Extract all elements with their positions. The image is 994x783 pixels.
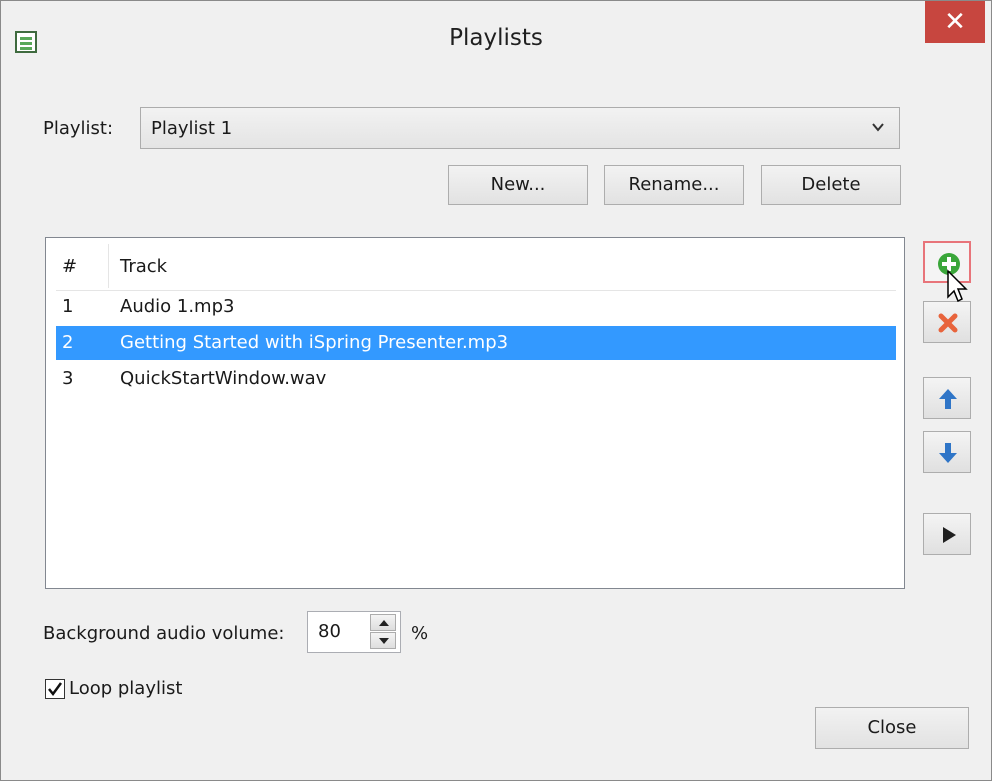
playlist-select[interactable]: Playlist 1 [140,107,900,149]
playlist-select-value: Playlist 1 [151,118,233,139]
column-header-number[interactable]: # [62,256,77,277]
track-list-header: # Track [56,242,896,291]
title-bar: Playlists ✕ [1,1,991,83]
volume-unit: % [411,623,429,644]
loop-playlist-label[interactable]: Loop playlist [69,678,182,699]
table-row[interactable]: 2 Getting Started with iSpring Presenter… [56,326,896,360]
track-name: QuickStartWindow.wav [120,368,327,389]
track-number: 1 [62,296,74,317]
volume-value[interactable]: 80 [318,621,341,642]
track-name: Audio 1.mp3 [120,296,235,317]
volume-label: Background audio volume: [43,623,285,644]
track-name: Getting Started with iSpring Presenter.m… [120,332,509,353]
play-track-button[interactable] [923,513,971,555]
playlists-dialog: Playlists ✕ Playlist: Playlist 1 New... … [0,0,992,781]
loop-playlist-checkbox[interactable] [45,679,65,699]
volume-increase-button[interactable] [370,614,396,631]
table-row[interactable]: 3 QuickStartWindow.wav [56,362,896,396]
table-row[interactable]: 1 Audio 1.mp3 [56,290,896,324]
mouse-cursor-icon [947,269,968,303]
playlist-label: Playlist: [43,118,114,139]
rename-playlist-button[interactable]: Rename... [604,165,744,205]
move-up-icon [939,389,957,409]
remove-track-button[interactable] [923,301,971,343]
move-up-button[interactable] [923,377,971,419]
track-number: 3 [62,368,74,389]
close-window-button[interactable]: ✕ [925,1,985,43]
delete-playlist-button[interactable]: Delete [761,165,901,205]
move-down-button[interactable] [923,431,971,473]
remove-track-icon [938,313,958,333]
chevron-down-icon [872,123,884,132]
play-icon [943,527,956,543]
close-button[interactable]: Close [815,707,969,749]
window-title: Playlists [449,25,543,51]
volume-stepper[interactable]: 80 [307,611,401,653]
checkmark-icon [48,682,63,697]
new-playlist-button[interactable]: New... [448,165,588,205]
volume-decrease-button[interactable] [370,632,396,649]
column-header-track[interactable]: Track [120,256,167,277]
move-down-icon [939,443,957,463]
track-number: 2 [62,332,74,353]
track-list[interactable]: # Track 1 Audio 1.mp3 2 Getting Started … [45,237,905,589]
